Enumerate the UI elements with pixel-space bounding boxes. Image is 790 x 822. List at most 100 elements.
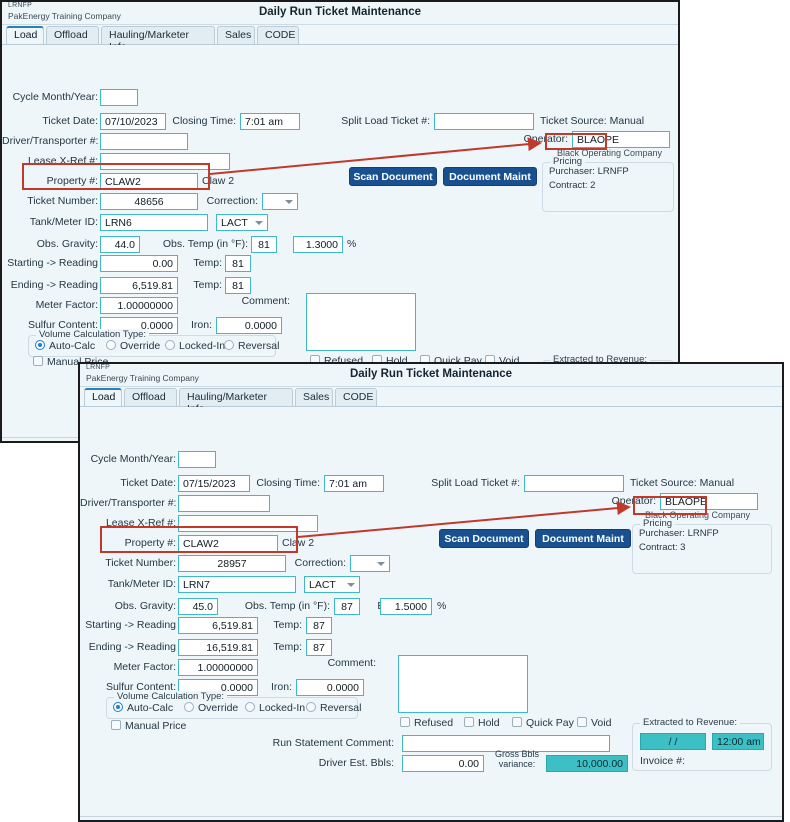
ending-temp-input[interactable]: 81 bbox=[225, 277, 251, 294]
ticket-date-input[interactable]: 07/15/2023 bbox=[178, 475, 250, 492]
tab-code[interactable]: CODE bbox=[335, 388, 377, 406]
tab-code[interactable]: CODE bbox=[257, 26, 299, 44]
label-operator: Operator: bbox=[523, 133, 568, 145]
correction-dropdown[interactable] bbox=[262, 193, 298, 210]
tab-load[interactable]: Load bbox=[6, 26, 44, 44]
tank-meter-id-input[interactable]: LRN7 bbox=[178, 576, 296, 593]
tabstrip-back: Load Offload Hauling/Marketer Info Sales… bbox=[2, 25, 678, 53]
checkbox-manual-price[interactable]: Manual Price bbox=[111, 720, 186, 732]
label-starting-temp: Temp: bbox=[273, 619, 302, 631]
meter-type-dropdown[interactable]: LACT bbox=[216, 214, 268, 231]
ending-reading-input[interactable]: 6,519.81 bbox=[100, 277, 178, 294]
tab-offload[interactable]: Offload bbox=[124, 388, 177, 406]
window-title: Daily Run Ticket Maintenance bbox=[258, 6, 422, 18]
starting-reading-input[interactable]: 0.00 bbox=[100, 255, 178, 272]
label-starting-reading: Starting -> Reading bbox=[7, 257, 98, 269]
checkbox-hold-label: Hold bbox=[478, 717, 500, 729]
bsw-input[interactable]: 1.5000 bbox=[380, 598, 432, 615]
radio-override[interactable]: Override bbox=[106, 340, 160, 352]
iron-input[interactable]: 0.0000 bbox=[216, 317, 282, 334]
closing-time-input[interactable]: 7:01 am bbox=[240, 113, 300, 130]
radio-indicator bbox=[245, 702, 255, 712]
scan-document-button[interactable]: Scan Document bbox=[349, 167, 437, 186]
tank-meter-id-input[interactable]: LRN6 bbox=[100, 214, 208, 231]
tab-sales[interactable]: Sales bbox=[217, 26, 255, 44]
ticket-number-input[interactable]: 28957 bbox=[178, 555, 286, 572]
ticket-number-input[interactable]: 48656 bbox=[100, 193, 198, 210]
driver-transporter-input[interactable] bbox=[178, 495, 270, 512]
split-load-ticket-input[interactable] bbox=[524, 475, 624, 492]
operator-input[interactable]: BLAOPE bbox=[660, 493, 758, 510]
checkbox-void[interactable]: Void bbox=[577, 717, 611, 729]
document-maint-button[interactable]: Document Maint bbox=[443, 167, 537, 186]
comment-textarea[interactable] bbox=[306, 293, 416, 351]
obs-temp-input[interactable]: 81 bbox=[251, 236, 277, 253]
bsw-input[interactable]: 1.3000 bbox=[293, 236, 343, 253]
radio-auto-calc[interactable]: Auto-Calc bbox=[35, 340, 95, 352]
operator-input[interactable]: BLAOPE bbox=[572, 131, 670, 148]
iron-input[interactable]: 0.0000 bbox=[296, 679, 364, 696]
label-property: Property #: bbox=[124, 537, 176, 549]
tab-sales[interactable]: Sales bbox=[295, 388, 333, 406]
property-input[interactable]: CLAW2 bbox=[100, 173, 198, 190]
checkbox-hold[interactable]: Hold bbox=[464, 717, 500, 729]
form-load-front: Cycle Month/Year: Ticket Date: 07/15/202… bbox=[80, 407, 782, 820]
meter-type-dropdown[interactable]: LACT bbox=[304, 576, 360, 593]
ending-reading-input[interactable]: 16,519.81 bbox=[178, 639, 258, 656]
tab-hauling-marketer-info[interactable]: Hauling/Marketer Info bbox=[101, 26, 215, 53]
tab-hauling-marketer-info[interactable]: Hauling/Marketer Info bbox=[179, 388, 293, 415]
label-starting-temp: Temp: bbox=[193, 257, 222, 269]
property-input[interactable]: CLAW2 bbox=[178, 535, 278, 552]
starting-temp-input[interactable]: 81 bbox=[225, 255, 251, 272]
checkbox-quick-pay[interactable]: Quick Pay bbox=[512, 717, 574, 729]
obs-gravity-input[interactable]: 45.0 bbox=[178, 598, 218, 615]
label-bsw-unit: % bbox=[437, 600, 447, 612]
meter-factor-input[interactable]: 1.00000000 bbox=[178, 659, 258, 676]
label-iron: Iron: bbox=[190, 319, 212, 331]
starting-temp-input[interactable]: 87 bbox=[306, 617, 332, 634]
radio-reversal[interactable]: Reversal bbox=[224, 340, 279, 352]
tab-offload[interactable]: Offload bbox=[46, 26, 99, 44]
starting-reading-input[interactable]: 6,519.81 bbox=[178, 617, 258, 634]
radio-locked-in[interactable]: Locked-In bbox=[165, 340, 225, 352]
label-comment: Comment: bbox=[327, 657, 376, 669]
label-lease-xref: Lease X-Ref #: bbox=[105, 517, 176, 529]
comment-textarea[interactable] bbox=[398, 655, 528, 713]
cycle-month-year-input[interactable] bbox=[100, 89, 138, 106]
window-daily-run-ticket-front[interactable]: LRNFP PakEnergy Training Company Daily R… bbox=[78, 362, 784, 822]
obs-temp-input[interactable]: 87 bbox=[334, 598, 360, 615]
split-load-ticket-input[interactable] bbox=[434, 113, 534, 130]
radio-override-label: Override bbox=[120, 340, 161, 352]
radio-reversal-label: Reversal bbox=[238, 340, 280, 352]
titlebar-back: LRNFP PakEnergy Training Company Daily R… bbox=[2, 2, 678, 25]
label-meter-factor: Meter Factor: bbox=[113, 661, 176, 673]
obs-gravity-input[interactable]: 44.0 bbox=[100, 236, 140, 253]
label-ticket-source: Ticket Source: Manual bbox=[630, 477, 735, 489]
cycle-month-year-input[interactable] bbox=[178, 451, 216, 468]
meter-type-value: LACT bbox=[309, 579, 336, 591]
radio-indicator bbox=[306, 702, 316, 712]
tab-load[interactable]: Load bbox=[84, 388, 122, 406]
lease-xref-input[interactable] bbox=[100, 153, 230, 170]
document-maint-button[interactable]: Document Maint bbox=[535, 529, 631, 548]
driver-est-bbls-input[interactable]: 0.00 bbox=[402, 755, 484, 772]
ticket-date-input[interactable]: 07/10/2023 bbox=[100, 113, 166, 130]
radio-override[interactable]: Override bbox=[184, 702, 238, 714]
scan-document-button[interactable]: Scan Document bbox=[439, 529, 529, 548]
radio-locked-in[interactable]: Locked-In bbox=[245, 702, 305, 714]
label-property: Property #: bbox=[46, 175, 98, 187]
checkbox-refused[interactable]: Refused bbox=[400, 717, 453, 729]
ending-temp-input[interactable]: 87 bbox=[306, 639, 332, 656]
lease-xref-input[interactable] bbox=[178, 515, 318, 532]
meter-factor-input[interactable]: 1.00000000 bbox=[100, 297, 178, 314]
driver-transporter-input[interactable] bbox=[100, 133, 188, 150]
correction-dropdown[interactable] bbox=[350, 555, 390, 572]
closing-time-input[interactable]: 7:01 am bbox=[324, 475, 384, 492]
label-cycle-month-year: Cycle Month/Year: bbox=[12, 91, 98, 103]
radio-reversal[interactable]: Reversal bbox=[306, 702, 361, 714]
label-meter-factor: Meter Factor: bbox=[35, 299, 98, 311]
radio-auto-calc[interactable]: Auto-Calc bbox=[113, 702, 173, 714]
label-obs-temp: Obs. Temp (in °F): bbox=[162, 238, 248, 250]
label-ending-temp: Temp: bbox=[273, 641, 302, 653]
radio-reversal-label: Reversal bbox=[320, 702, 362, 714]
